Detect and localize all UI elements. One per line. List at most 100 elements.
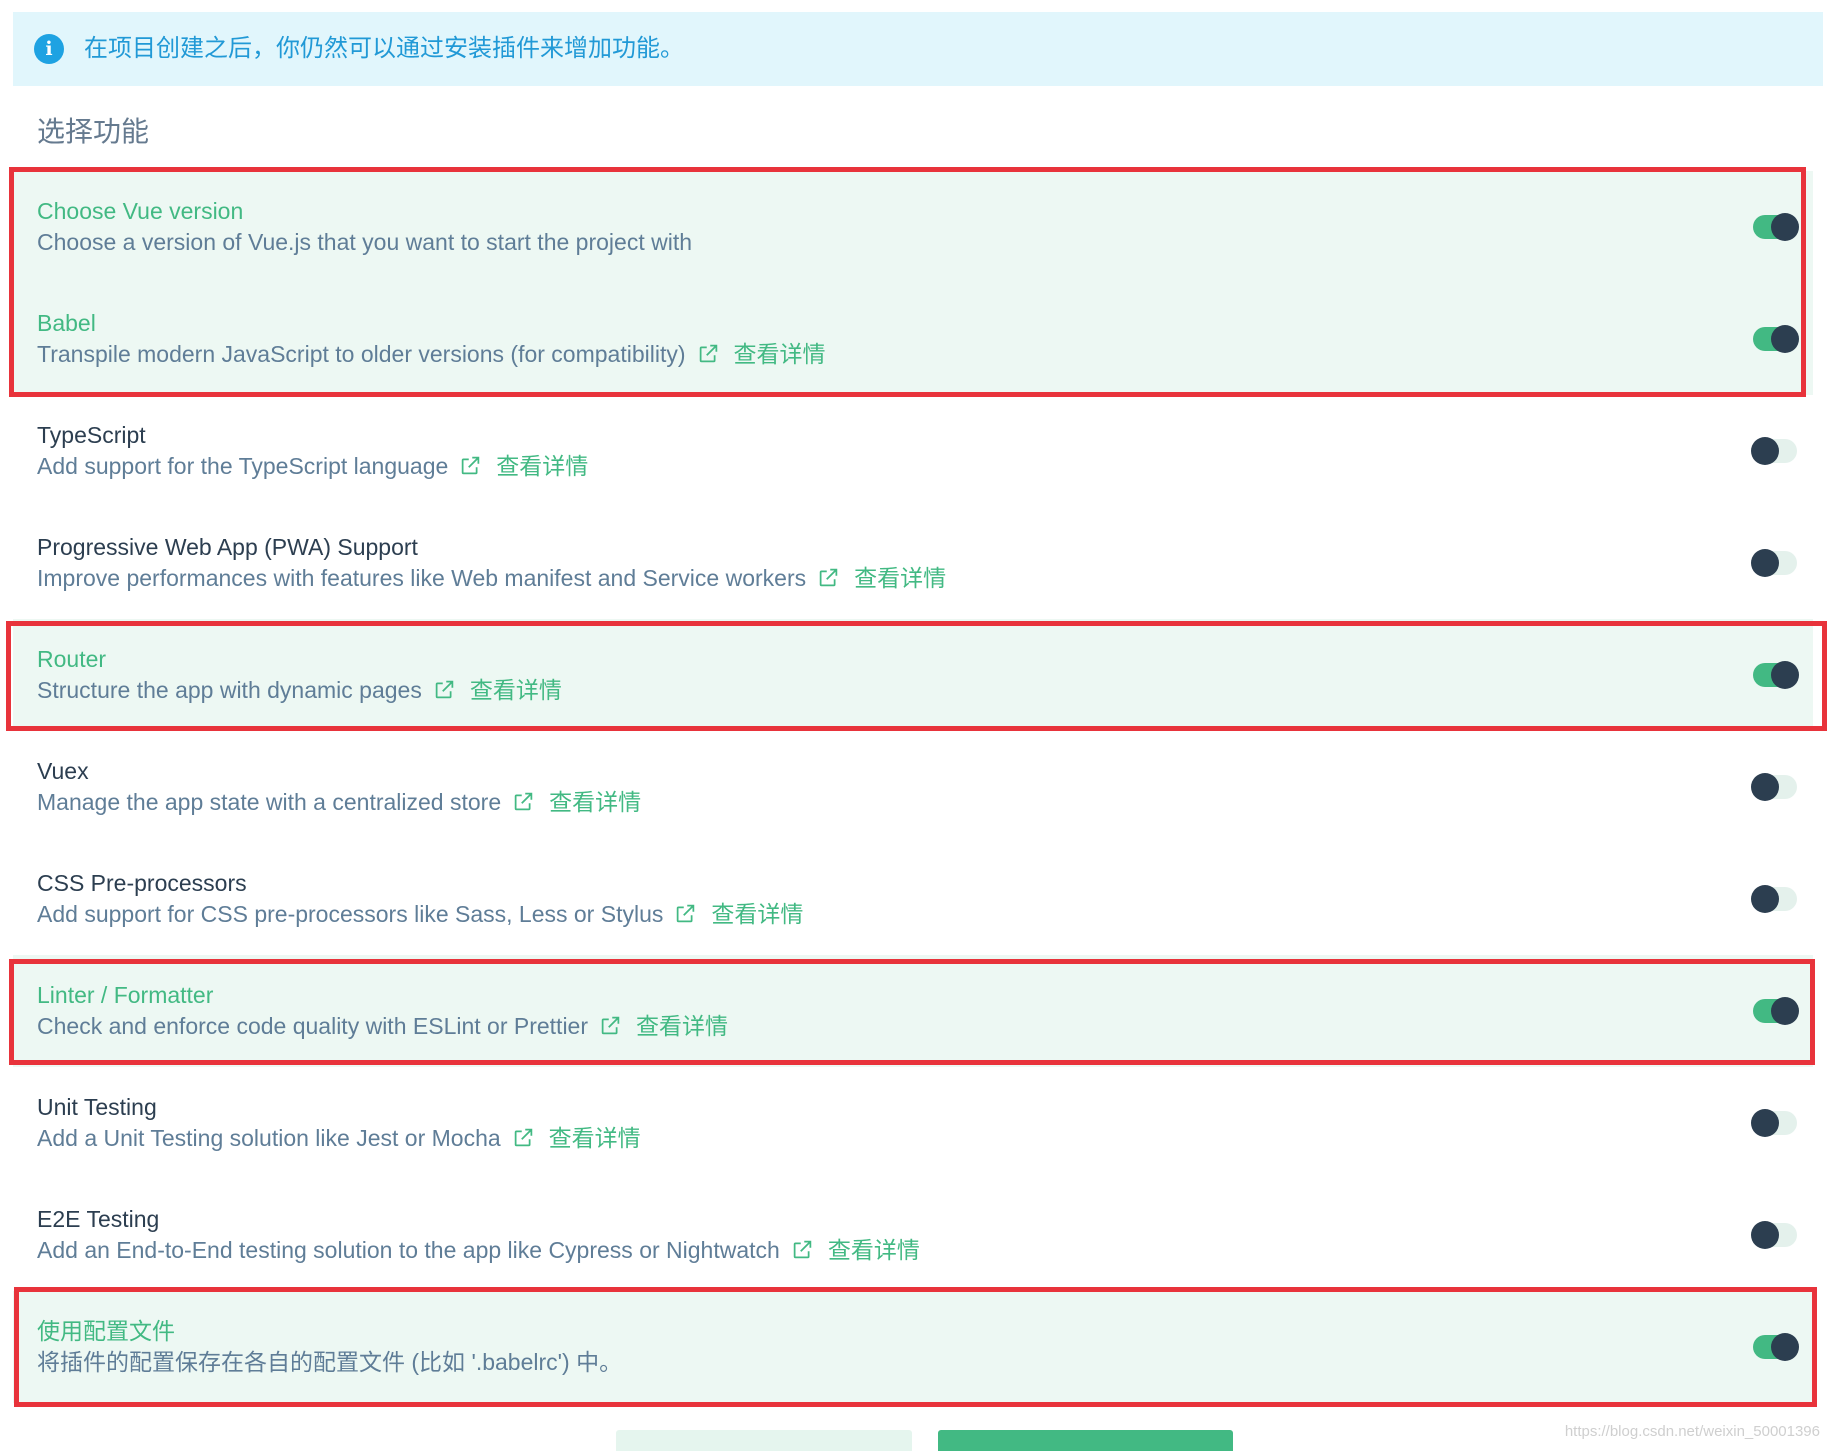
details-link-label: 查看详情 — [711, 901, 804, 927]
details-link[interactable]: 查看详情 — [434, 677, 562, 703]
feature-title: CSS Pre-processors — [37, 870, 247, 896]
section-title: 选择功能 — [37, 116, 150, 147]
toggle-knob — [1771, 661, 1799, 689]
feature-text: Router Structure the app with dynamic pa… — [37, 644, 562, 706]
external-link-icon — [818, 567, 839, 588]
feature-description: Add an End-to-End testing solution to th… — [37, 1235, 920, 1266]
feature-text: Linter / Formatter Check and enforce cod… — [37, 980, 728, 1042]
toggle-knob — [1751, 1109, 1779, 1137]
details-link[interactable]: 查看详情 — [792, 1237, 920, 1263]
info-banner: i 在项目创建之后，你仍然可以通过安装插件来增加功能。 — [13, 12, 1823, 86]
details-link[interactable]: 查看详情 — [513, 1125, 641, 1151]
feature-row-babel[interactable]: Babel Transpile modern JavaScript to old… — [13, 283, 1813, 395]
feature-title: Router — [37, 646, 107, 672]
toggle-knob — [1751, 885, 1779, 913]
feature-text: Progressive Web App (PWA) Support Improv… — [37, 532, 946, 594]
toggle-knob — [1751, 773, 1779, 801]
feature-text: E2E Testing Add an End-to-End testing so… — [37, 1204, 920, 1266]
feature-toggle[interactable] — [1753, 1333, 1799, 1361]
feature-row-linter[interactable]: Linter / Formatter Check and enforce cod… — [13, 955, 1813, 1067]
feature-text: Babel Transpile modern JavaScript to old… — [37, 308, 826, 370]
feature-toggle[interactable] — [1751, 1221, 1797, 1249]
external-link-icon — [513, 1127, 534, 1148]
feature-toggle[interactable] — [1751, 437, 1797, 465]
feature-row-vuex[interactable]: Vuex Manage the app state with a central… — [13, 731, 1813, 843]
footer-button-primary[interactable] — [938, 1430, 1233, 1451]
feature-text: Unit Testing Add a Unit Testing solution… — [37, 1092, 641, 1154]
external-link-icon — [600, 1015, 621, 1036]
feature-description: Transpile modern JavaScript to older ver… — [37, 339, 826, 370]
feature-row-router[interactable]: Router Structure the app with dynamic pa… — [13, 619, 1813, 731]
external-link-icon — [460, 455, 481, 476]
feature-title: Vuex — [37, 758, 89, 784]
toggle-knob — [1751, 1221, 1779, 1249]
feature-toggle[interactable] — [1753, 997, 1799, 1025]
feature-row-pwa[interactable]: Progressive Web App (PWA) Support Improv… — [13, 507, 1813, 619]
feature-description: Manage the app state with a centralized … — [37, 787, 641, 818]
details-link[interactable]: 查看详情 — [600, 1013, 728, 1039]
details-link[interactable]: 查看详情 — [460, 453, 588, 479]
feature-toggle[interactable] — [1753, 661, 1799, 689]
feature-row-css-preprocessors[interactable]: CSS Pre-processors Add support for CSS p… — [13, 843, 1813, 955]
details-link-label: 查看详情 — [827, 1237, 920, 1263]
feature-text: Vuex Manage the app state with a central… — [37, 756, 641, 818]
feature-title: E2E Testing — [37, 1206, 160, 1232]
feature-description-text: Transpile modern JavaScript to older ver… — [37, 341, 686, 367]
toggle-knob — [1771, 325, 1799, 353]
feature-toggle[interactable] — [1753, 325, 1799, 353]
feature-text: CSS Pre-processors Add support for CSS p… — [37, 868, 803, 930]
feature-row-typescript[interactable]: TypeScript Add support for the TypeScrip… — [13, 395, 1813, 507]
details-link-label: 查看详情 — [469, 677, 562, 703]
feature-row-config-files[interactable]: 使用配置文件 将插件的配置保存在各自的配置文件 (比如 '.babelrc') … — [13, 1291, 1813, 1403]
details-link-label: 查看详情 — [854, 565, 947, 591]
external-link-icon — [513, 791, 534, 812]
feature-description-text: Manage the app state with a centralized … — [37, 789, 502, 815]
feature-description-text: Add support for the TypeScript language — [37, 453, 449, 479]
feature-title: Linter / Formatter — [37, 982, 214, 1008]
feature-title: TypeScript — [37, 422, 146, 448]
info-icon: i — [34, 34, 64, 64]
feature-description-text: Improve performances with features like … — [37, 565, 807, 591]
feature-description: Add support for CSS pre-processors like … — [37, 899, 803, 930]
feature-title: 使用配置文件 — [37, 1318, 175, 1344]
toggle-knob — [1771, 997, 1799, 1025]
details-link[interactable]: 查看详情 — [818, 565, 946, 591]
feature-toggle[interactable] — [1751, 549, 1797, 577]
feature-description: Check and enforce code quality with ESLi… — [37, 1011, 728, 1042]
feature-description: Choose a version of Vue.js that you want… — [37, 227, 692, 258]
feature-toggle[interactable] — [1751, 885, 1797, 913]
details-link[interactable]: 查看详情 — [675, 901, 803, 927]
details-link[interactable]: 查看详情 — [698, 341, 826, 367]
details-link[interactable]: 查看详情 — [513, 789, 641, 815]
watermark: https://blog.csdn.net/weixin_50001396 — [1564, 1423, 1820, 1440]
feature-row-vue-version[interactable]: Choose Vue version Choose a version of V… — [13, 171, 1813, 283]
feature-row-e2e-testing[interactable]: E2E Testing Add an End-to-End testing so… — [13, 1179, 1813, 1291]
details-link-label: 查看详情 — [549, 789, 642, 815]
info-banner-text: 在项目创建之后，你仍然可以通过安装插件来增加功能。 — [84, 35, 684, 62]
feature-row-unit-testing[interactable]: Unit Testing Add a Unit Testing solution… — [13, 1067, 1813, 1179]
feature-text: TypeScript Add support for the TypeScrip… — [37, 420, 588, 482]
feature-description-text: Add support for CSS pre-processors like … — [37, 901, 664, 927]
feature-text: Choose Vue version Choose a version of V… — [37, 196, 692, 258]
external-link-icon — [698, 343, 719, 364]
external-link-icon — [792, 1239, 813, 1260]
toggle-knob — [1751, 549, 1779, 577]
feature-title: Babel — [37, 310, 96, 336]
feature-toggle[interactable] — [1751, 1109, 1797, 1137]
footer-button-secondary[interactable] — [616, 1430, 912, 1451]
feature-description-text: Check and enforce code quality with ESLi… — [37, 1013, 589, 1039]
feature-text: 使用配置文件 将插件的配置保存在各自的配置文件 (比如 '.babelrc') … — [37, 1316, 622, 1378]
feature-title: Choose Vue version — [37, 198, 244, 224]
details-link-label: 查看详情 — [733, 341, 826, 367]
feature-toggle[interactable] — [1753, 213, 1799, 241]
details-link-label: 查看详情 — [636, 1013, 729, 1039]
feature-description-text: 将插件的配置保存在各自的配置文件 (比如 '.babelrc') 中。 — [37, 1349, 623, 1375]
feature-title: Unit Testing — [37, 1094, 157, 1120]
feature-description: Structure the app with dynamic pages 查看详情 — [37, 675, 562, 706]
feature-description-text: Add a Unit Testing solution like Jest or… — [37, 1125, 501, 1151]
feature-toggle[interactable] — [1751, 773, 1797, 801]
feature-description: Add a Unit Testing solution like Jest or… — [37, 1123, 641, 1154]
feature-description-text: Add an End-to-End testing solution to th… — [37, 1237, 780, 1263]
toggle-knob — [1771, 1333, 1799, 1361]
toggle-knob — [1751, 437, 1779, 465]
